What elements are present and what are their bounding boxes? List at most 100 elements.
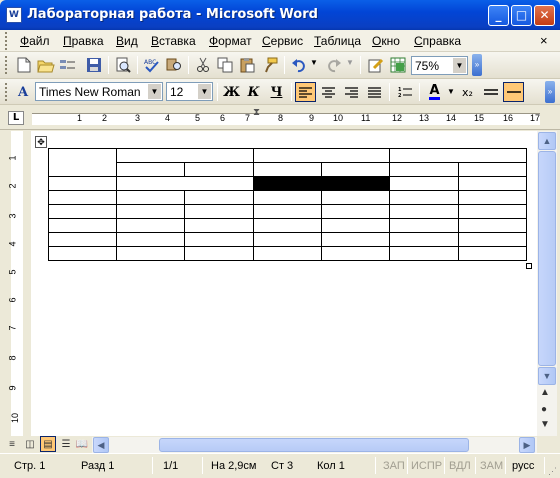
research-icon[interactable] <box>164 55 184 75</box>
reading-layout-view-icon[interactable]: 📖 <box>74 436 90 452</box>
scroll-thumb[interactable] <box>538 151 556 366</box>
table-cell[interactable] <box>389 190 459 205</box>
italic-button[interactable]: К <box>243 82 264 102</box>
font-color-button[interactable]: A <box>424 82 445 102</box>
table-cell[interactable] <box>184 246 254 261</box>
table-cell[interactable] <box>48 246 117 261</box>
align-center-button[interactable] <box>318 82 339 102</box>
horizontal-ruler[interactable]: L ⧗ 1 2 3 4 5 6 7 8 9 10 11 12 13 14 15 … <box>0 105 560 130</box>
previous-page-icon[interactable]: ▲ <box>540 387 550 398</box>
minimize-button[interactable]: _ <box>488 5 509 26</box>
status-line[interactable]: Ст 3 <box>271 460 293 472</box>
vertical-scrollbar[interactable]: ▲ ▼ ▲ ● ▼ <box>537 131 557 436</box>
print-preview-icon[interactable] <box>113 55 133 75</box>
toolbar-options-icon[interactable]: » <box>472 54 482 76</box>
close-document-icon[interactable]: × <box>540 33 548 48</box>
table-cell[interactable] <box>184 204 254 219</box>
print-layout-view-icon[interactable]: ▤ <box>40 436 56 452</box>
horizontal-scrollbar[interactable]: ◀ ▶ <box>92 437 537 453</box>
table-cell[interactable] <box>48 176 117 191</box>
word-document-icon[interactable]: W <box>6 7 22 23</box>
paste-icon[interactable] <box>237 55 257 75</box>
menu-view[interactable]: Вид <box>116 34 138 48</box>
select-browse-object-icon[interactable]: ● <box>541 404 547 415</box>
cut-icon[interactable] <box>193 55 213 75</box>
bold-button[interactable]: Ж <box>221 82 242 102</box>
normal-view-icon[interactable]: ≡ <box>4 436 20 452</box>
table-cell[interactable] <box>321 204 390 219</box>
close-button[interactable]: ✕ <box>534 5 555 26</box>
scroll-up-icon[interactable]: ▲ <box>538 132 556 150</box>
table-cell[interactable] <box>116 162 185 177</box>
undo-icon[interactable] <box>289 55 309 75</box>
table-cell[interactable] <box>116 246 185 261</box>
web-layout-view-icon[interactable]: ◫ <box>22 436 38 452</box>
save-icon[interactable] <box>84 55 104 75</box>
subscript-button[interactable]: x₂ <box>457 82 478 102</box>
maximize-button[interactable]: □ <box>511 5 532 26</box>
table-cell[interactable] <box>458 176 527 191</box>
chevron-down-icon[interactable]: ▼ <box>148 84 161 99</box>
border-button[interactable] <box>480 82 501 102</box>
ruler-strip[interactable] <box>32 113 540 125</box>
status-page[interactable]: Стр. 1 <box>14 460 45 472</box>
status-column[interactable]: Кол 1 <box>317 460 345 472</box>
scroll-down-icon[interactable]: ▼ <box>538 367 556 385</box>
align-right-button[interactable] <box>341 82 362 102</box>
table-cell[interactable] <box>321 190 390 205</box>
new-document-icon[interactable] <box>14 55 34 75</box>
table-cell[interactable] <box>458 190 527 205</box>
font-color-dropdown-icon[interactable]: ▼ <box>447 87 455 96</box>
redo-icon[interactable] <box>324 55 344 75</box>
table-cell[interactable] <box>321 218 390 233</box>
status-section[interactable]: Разд 1 <box>81 460 114 472</box>
table-cell[interactable] <box>116 218 185 233</box>
table-cell[interactable] <box>116 232 185 247</box>
scroll-right-icon[interactable]: ▶ <box>519 437 535 453</box>
table-cell[interactable] <box>116 190 185 205</box>
open-folder-icon[interactable] <box>36 55 56 75</box>
menu-file[interactable]: Файл <box>20 34 50 48</box>
table-cell[interactable] <box>321 232 390 247</box>
next-page-icon[interactable]: ▼ <box>540 419 550 430</box>
excel-worksheet-icon[interactable] <box>388 55 408 75</box>
highlight-button[interactable] <box>503 82 524 102</box>
toolbar-grip[interactable] <box>5 56 8 74</box>
status-track-changes[interactable]: ИСПР <box>411 460 442 472</box>
menu-window[interactable]: Окно <box>372 34 400 48</box>
table-cell[interactable] <box>253 148 390 163</box>
table-cell[interactable] <box>116 176 254 191</box>
menu-table[interactable]: Таблица <box>314 34 361 48</box>
table-cell[interactable] <box>253 218 322 233</box>
zoom-combo[interactable]: 75% ▼ <box>411 56 468 75</box>
copy-icon[interactable] <box>215 55 235 75</box>
undo-dropdown-arrow-icon[interactable]: ▼ <box>310 58 318 67</box>
toolbar-options-icon[interactable]: » <box>545 81 555 103</box>
permission-icon[interactable] <box>58 55 78 75</box>
table-cell[interactable] <box>458 218 527 233</box>
table-cell[interactable] <box>458 162 527 177</box>
outline-view-icon[interactable]: ☰ <box>58 436 74 452</box>
table-cell[interactable] <box>321 162 390 177</box>
menu-edit[interactable]: Правка <box>63 34 104 48</box>
table-cell[interactable] <box>48 232 117 247</box>
table-cell[interactable] <box>253 162 322 177</box>
underline-button[interactable]: Ч <box>266 82 287 102</box>
vertical-ruler[interactable]: 1 2 3 4 5 6 7 8 9 10 <box>0 131 30 436</box>
table-cell[interactable] <box>184 218 254 233</box>
menu-grip[interactable] <box>5 32 8 50</box>
table-cell[interactable] <box>253 246 322 261</box>
table-cell[interactable] <box>458 204 527 219</box>
insert-hyperlink-icon[interactable] <box>366 55 386 75</box>
toolbar-grip[interactable] <box>5 83 8 101</box>
status-record-macro[interactable]: ЗАП <box>383 460 405 472</box>
indent-marker-icon[interactable]: ⧗ <box>253 107 260 118</box>
table-cell[interactable] <box>116 148 254 163</box>
table-move-handle-icon[interactable]: ✥ <box>35 136 47 148</box>
font-name-combo[interactable]: Times New Roman ▼ <box>35 82 163 101</box>
horizontal-scroll-thumb[interactable] <box>159 438 469 452</box>
table-cell[interactable] <box>389 232 459 247</box>
table-cell[interactable] <box>184 232 254 247</box>
table-cell[interactable] <box>184 162 254 177</box>
status-position[interactable]: На 2,9см <box>211 460 256 472</box>
